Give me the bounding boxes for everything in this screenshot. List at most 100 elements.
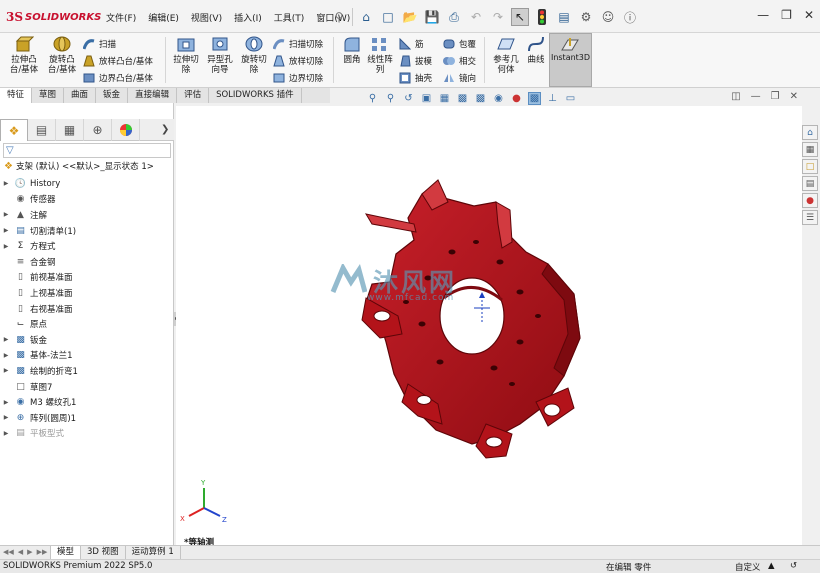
- mounting-hole[interactable]: [473, 240, 479, 244]
- prev-tab-icon[interactable]: ◀: [18, 548, 23, 556]
- custom-properties-icon[interactable]: ☰: [802, 210, 818, 225]
- mounting-hole[interactable]: [516, 289, 524, 295]
- wrap-button[interactable]: 包覆: [442, 36, 476, 52]
- swept-cut-button[interactable]: 扫描切除: [272, 36, 323, 52]
- viewport-minimize-icon[interactable]: —: [751, 91, 761, 102]
- menu-edit[interactable]: 编辑(E): [142, 11, 185, 24]
- revolve-cut-button[interactable]: 旋转切 除: [234, 35, 274, 85]
- expand-arrow-icon[interactable]: ▶: [0, 336, 12, 343]
- expand-arrow-icon[interactable]: ▶: [0, 211, 12, 218]
- tab-motion-study[interactable]: 运动算例 1: [126, 546, 181, 559]
- tree-node[interactable]: ▯ 上视基准面: [0, 285, 174, 301]
- units-dropdown-icon[interactable]: ▲: [768, 561, 775, 571]
- zoom-to-fit-icon[interactable]: ⚲: [366, 92, 379, 105]
- restore-icon[interactable]: ❐: [781, 8, 792, 22]
- pin-icon[interactable]: ⚲: [330, 8, 348, 26]
- solidworks-logo[interactable]: 3S SOLIDWORKS: [6, 9, 101, 25]
- tree-node[interactable]: ▶ ▤ 切割清单(1): [0, 223, 174, 239]
- view-orientation-icon[interactable]: ▩: [456, 92, 469, 105]
- display-monitor-icon[interactable]: ▭: [564, 92, 577, 105]
- menu-file[interactable]: 文件(F): [100, 11, 142, 24]
- apply-scene-icon[interactable]: ▩: [528, 91, 541, 105]
- mounting-hole[interactable]: [535, 314, 541, 318]
- file-explorer-icon[interactable]: □: [802, 159, 818, 174]
- help-icon[interactable]: ⓘ: [621, 8, 639, 26]
- extrude-boss-button[interactable]: 拉伸凸 台/基体: [4, 35, 44, 85]
- bottom-left-hole[interactable]: [416, 395, 432, 405]
- design-library-icon[interactable]: ▦: [802, 142, 818, 157]
- property-manager-tab-icon[interactable]: ▤: [28, 119, 56, 141]
- tree-node[interactable]: ▶ ▲ 注解: [0, 207, 174, 223]
- mounting-hole[interactable]: [436, 359, 444, 365]
- dimxpert-tab-icon[interactable]: ⊕: [84, 119, 112, 141]
- units-status[interactable]: 自定义: [735, 561, 761, 573]
- user-account-icon[interactable]: ☺: [599, 8, 617, 26]
- quick-tips-icon[interactable]: ↺: [790, 561, 797, 571]
- tab-features[interactable]: 特征: [0, 88, 33, 103]
- print-icon[interactable]: ⎙: [445, 8, 463, 26]
- display-manager-tab-icon[interactable]: [112, 119, 140, 141]
- expand-arrow-icon[interactable]: ▶: [0, 180, 12, 187]
- view-palette-icon[interactable]: ▤: [802, 176, 818, 191]
- bracket-part[interactable]: [361, 179, 581, 459]
- tree-node[interactable]: ▶ ▩ 绘制的折弯1: [0, 363, 174, 379]
- mounting-hole[interactable]: [448, 249, 456, 255]
- tree-root-part[interactable]: ❖ 支架 (默认) <<默认>_显示状态 1>: [4, 160, 154, 173]
- left-tab-hole[interactable]: [373, 310, 391, 322]
- menu-view[interactable]: 视图(V): [185, 11, 228, 24]
- expand-arrow-icon[interactable]: ▶: [0, 243, 12, 250]
- tree-node[interactable]: ▯ 右视基准面: [0, 301, 174, 317]
- tree-node[interactable]: ▶ Σ 方程式: [0, 238, 174, 254]
- zoom-to-area-icon[interactable]: ⚲: [384, 92, 397, 105]
- appearances-scenes-icon[interactable]: ●: [802, 193, 818, 208]
- loft-boss-button[interactable]: 放样凸台/基体: [82, 53, 153, 69]
- lofted-cut-button[interactable]: 放样切除: [272, 53, 323, 69]
- tab-sheet-metal[interactable]: 钣金: [96, 88, 129, 103]
- tab-evaluate[interactable]: 评估: [177, 88, 210, 103]
- tree-node[interactable]: ⌙ 原点: [0, 316, 174, 332]
- mounting-hole[interactable]: [509, 382, 515, 386]
- feature-manager-tab-icon[interactable]: ❖: [0, 119, 28, 141]
- next-tab-icon[interactable]: ▶: [27, 548, 32, 556]
- traffic-light-icon[interactable]: [533, 8, 551, 26]
- first-tab-icon[interactable]: ◀◀: [3, 548, 14, 556]
- menu-insert[interactable]: 插入(I): [228, 11, 268, 24]
- tree-node[interactable]: ▶ ▤ 平板型式: [0, 426, 174, 442]
- menu-tools[interactable]: 工具(T): [268, 11, 311, 24]
- tab-direct-editing[interactable]: 直接编辑: [128, 88, 178, 103]
- right-lug-hole[interactable]: [543, 403, 561, 417]
- split-view-icon[interactable]: ◫: [731, 91, 740, 102]
- graphics-area[interactable]: Y X Z 沐风网 www.mfcad.com *等轴测: [176, 106, 802, 548]
- file-properties-icon[interactable]: ▤: [555, 8, 573, 26]
- boundary-boss-button[interactable]: 边界凸台/基体: [82, 70, 153, 86]
- new-document-icon[interactable]: □: [379, 8, 397, 26]
- expand-arrow-icon[interactable]: ▶: [0, 227, 12, 234]
- view-settings-icon[interactable]: ⊥: [546, 92, 559, 105]
- revolve-boss-button[interactable]: 旋转凸 台/基体: [42, 35, 82, 85]
- configuration-manager-tab-icon[interactable]: ▦: [56, 119, 84, 141]
- section-view-icon[interactable]: ▣: [420, 92, 433, 105]
- boundary-cut-button[interactable]: 边界切除: [272, 70, 323, 86]
- instant3d-button[interactable]: Instant3D: [549, 33, 592, 87]
- solidworks-resources-icon[interactable]: ⌂: [802, 125, 818, 140]
- viewport-close-icon[interactable]: ✕: [790, 91, 798, 102]
- part-model-svg[interactable]: Y X Z: [176, 106, 802, 545]
- tab-model[interactable]: 模型: [50, 546, 82, 559]
- tab-surfaces[interactable]: 曲面: [64, 88, 97, 103]
- viewport-restore-icon[interactable]: ❐: [771, 91, 780, 102]
- tree-node[interactable]: ▶ ◉ M3 螺纹孔1: [0, 394, 174, 410]
- shell-button[interactable]: 抽壳: [398, 70, 432, 86]
- expand-arrow-icon[interactable]: ▶: [0, 352, 12, 359]
- bottom-tab-hole[interactable]: [485, 436, 503, 448]
- tree-filter-input[interactable]: ▽: [3, 143, 171, 158]
- minimize-icon[interactable]: —: [757, 8, 769, 22]
- linear-pattern-button[interactable]: 线性阵 列: [360, 35, 400, 85]
- select-cursor-icon[interactable]: ↖: [511, 8, 529, 26]
- tree-node[interactable]: ≡ 合金钢: [0, 254, 174, 270]
- dynamic-annotation-icon[interactable]: ▦: [438, 92, 451, 105]
- mounting-hole[interactable]: [516, 339, 524, 345]
- display-style-icon[interactable]: ▩: [474, 92, 487, 105]
- mounting-hole[interactable]: [496, 259, 504, 265]
- expand-arrow-icon[interactable]: ▶: [0, 430, 12, 437]
- tab-3d-views[interactable]: 3D 视图: [81, 546, 126, 559]
